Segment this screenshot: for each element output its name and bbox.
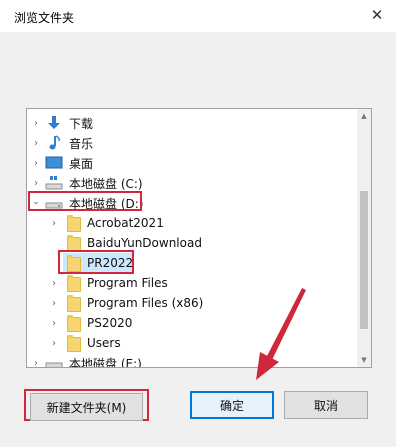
chevron-right-icon[interactable]: ›: [49, 278, 59, 289]
tree-item-program-files[interactable]: › Program Files: [27, 273, 357, 293]
tree-item-music[interactable]: › 音乐: [27, 133, 357, 153]
chevron-down-icon[interactable]: ›: [31, 198, 42, 208]
desktop-icon: [45, 156, 63, 169]
scrollbar-thumb[interactable]: [360, 191, 368, 329]
music-note-icon: [49, 135, 60, 150]
folder-icon: [67, 255, 81, 272]
folder-tree[interactable]: › 下载 › 音乐 › 桌面 › 本地磁盘 (C:) › 本地磁盘 (D:) ›…: [26, 108, 372, 368]
tree-item-label: 本地磁盘 (E:): [69, 356, 142, 368]
tree-item-label: 本地磁盘 (D:): [69, 196, 144, 211]
new-folder-button[interactable]: 新建文件夹(M): [30, 393, 143, 421]
tree-item-pr2022[interactable]: PR2022: [27, 253, 357, 273]
cancel-button[interactable]: 取消: [284, 391, 368, 419]
chevron-right-icon[interactable]: ›: [49, 218, 59, 229]
tree-item-baiduyundownload[interactable]: BaiduYunDownload: [27, 233, 357, 253]
tree-item-label: BaiduYunDownload: [87, 236, 202, 250]
tree-item-label: Acrobat2021: [87, 216, 164, 230]
drive-icon: [45, 176, 63, 190]
tree-item-drive-e[interactable]: › 本地磁盘 (E:): [27, 353, 357, 368]
scroll-down-icon[interactable]: ▼: [357, 353, 371, 367]
scroll-up-icon[interactable]: ▲: [357, 109, 371, 123]
folder-icon: [67, 235, 81, 252]
folder-icon: [67, 295, 81, 312]
chevron-right-icon[interactable]: ›: [31, 178, 41, 189]
tree-item-label: 本地磁盘 (C:): [69, 176, 143, 191]
chevron-right-icon[interactable]: ›: [31, 138, 41, 149]
tree-item-label: 音乐: [69, 136, 94, 151]
tree-item-drive-d[interactable]: › 本地磁盘 (D:): [27, 193, 357, 213]
dialog-title: 浏览文件夹: [14, 11, 75, 25]
chevron-right-icon[interactable]: ›: [31, 118, 41, 129]
folder-icon: [67, 335, 81, 352]
dialog-titlebar: 浏览文件夹 ✕: [0, 0, 396, 32]
tree-item-drive-c[interactable]: › 本地磁盘 (C:): [27, 173, 357, 193]
tree-item-label: 桌面: [69, 156, 94, 171]
tree-item-users[interactable]: › Users: [27, 333, 357, 353]
tree-item-desktop[interactable]: › 桌面: [27, 153, 357, 173]
chevron-right-icon[interactable]: ›: [49, 298, 59, 309]
tree-item-label: Program Files: [87, 276, 168, 290]
folder-icon: [67, 275, 81, 292]
chevron-right-icon[interactable]: ›: [49, 318, 59, 329]
drive-icon: [45, 202, 63, 209]
folder-icon: [67, 215, 81, 232]
download-arrow-icon: [48, 116, 60, 129]
drive-icon: [45, 362, 63, 367]
tree-item-label: 下载: [69, 116, 94, 131]
tree-item-label: PR2022: [87, 256, 134, 270]
vertical-scrollbar[interactable]: ▲ ▼: [357, 109, 371, 367]
tree-item-ps2020[interactable]: › PS2020: [27, 313, 357, 333]
chevron-right-icon[interactable]: ›: [49, 338, 59, 349]
ok-button[interactable]: 确定: [190, 391, 274, 419]
tree-item-label: PS2020: [87, 316, 133, 330]
tree-item-downloads[interactable]: › 下载: [27, 113, 357, 133]
tree-item-label: Users: [87, 336, 121, 350]
close-icon[interactable]: ✕: [368, 6, 386, 24]
tree-item-label: Program Files (x86): [87, 296, 204, 310]
tree-item-program-files-x86[interactable]: › Program Files (x86): [27, 293, 357, 313]
tree-item-acrobat2021[interactable]: › Acrobat2021: [27, 213, 357, 233]
folder-icon: [67, 315, 81, 332]
chevron-right-icon[interactable]: ›: [31, 158, 41, 169]
chevron-right-icon[interactable]: ›: [31, 358, 41, 368]
